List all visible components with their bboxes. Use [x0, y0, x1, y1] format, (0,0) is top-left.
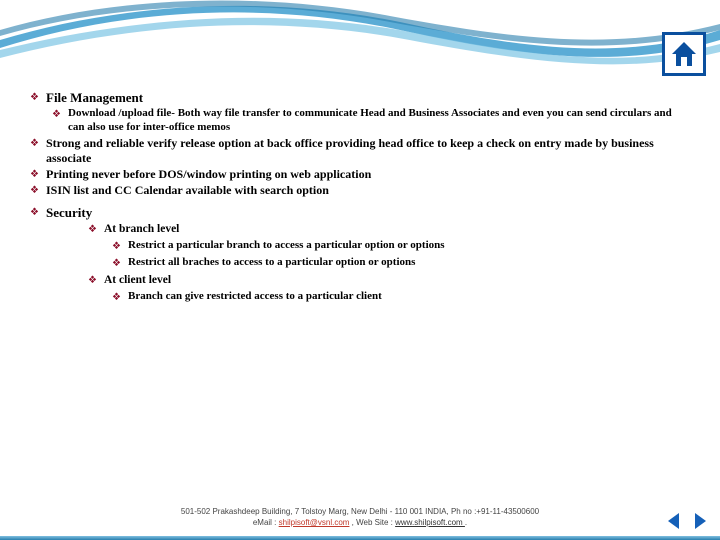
list-text: Restrict all braches to access to a part… [128, 256, 690, 270]
list-text: Strong and reliable verify release optio… [46, 136, 690, 166]
list-item: ❖ Restrict a particular branch to access… [112, 239, 690, 254]
security-block: ❖ At branch level ❖ Restrict a particula… [30, 222, 690, 305]
list-text: ISIN list and CC Calendar available with… [46, 183, 690, 198]
diamond-bullet-icon: ❖ [30, 167, 46, 182]
diamond-bullet-icon: ❖ [30, 90, 46, 105]
list-text: At branch level [104, 222, 690, 236]
list-item: ❖ Branch can give restricted access to a… [112, 290, 690, 305]
footer-line-1: 501-502 Prakashdeep Building, 7 Tolstoy … [0, 507, 720, 517]
heading-security: ❖ Security [30, 205, 690, 221]
list-text: Restrict a particular branch to access a… [128, 239, 690, 253]
list-item: ❖ At branch level [88, 222, 690, 237]
diamond-bullet-icon: ❖ [88, 222, 104, 237]
diamond-bullet-icon: ❖ [112, 239, 128, 254]
footer-line-2: eMail : shilpisoft@vsnl.com , Web Site :… [0, 518, 720, 528]
prev-slide-button[interactable] [664, 510, 686, 532]
list-text: Printing never before DOS/window printin… [46, 167, 690, 182]
footer-tail: . [465, 518, 467, 527]
footer-website-link[interactable]: www.shilpisoft.com [395, 518, 465, 527]
diamond-bullet-icon: ❖ [112, 256, 128, 271]
list-item: ❖ Download /upload file- Both way file t… [52, 107, 690, 135]
nav-arrows [664, 510, 710, 532]
list-item: ❖ At client level [88, 273, 690, 288]
heading-text: File Management [46, 90, 690, 106]
list-text: Branch can give restricted access to a p… [128, 290, 690, 304]
list-text: Download /upload file- Both way file tra… [68, 107, 690, 135]
diamond-bullet-icon: ❖ [112, 290, 128, 305]
diamond-bullet-icon: ❖ [88, 273, 104, 288]
list-item: ❖ Restrict all braches to access to a pa… [112, 256, 690, 271]
decorative-bottom-line [0, 536, 720, 540]
footer-email-label: eMail : [253, 518, 279, 527]
decorative-wave [0, 0, 720, 90]
list-item: ❖ ISIN list and CC Calendar available wi… [30, 183, 690, 198]
home-icon[interactable] [662, 32, 706, 76]
footer-sep: , Web Site : [349, 518, 395, 527]
content-area: ❖ File Management ❖ Download /upload fil… [30, 90, 690, 307]
diamond-bullet-icon: ❖ [52, 107, 68, 122]
list-text: At client level [104, 273, 690, 287]
diamond-bullet-icon: ❖ [30, 183, 46, 198]
list-item: ❖ Strong and reliable verify release opt… [30, 136, 690, 166]
diamond-bullet-icon: ❖ [30, 205, 46, 220]
footer: 501-502 Prakashdeep Building, 7 Tolstoy … [0, 507, 720, 528]
next-slide-button[interactable] [688, 510, 710, 532]
heading-text: Security [46, 205, 690, 221]
footer-email-link[interactable]: shilpisoft@vsnl.com [279, 518, 350, 527]
slide: ❖ File Management ❖ Download /upload fil… [0, 0, 720, 540]
heading-file-management: ❖ File Management [30, 90, 690, 106]
list-item: ❖ Printing never before DOS/window print… [30, 167, 690, 182]
diamond-bullet-icon: ❖ [30, 136, 46, 151]
